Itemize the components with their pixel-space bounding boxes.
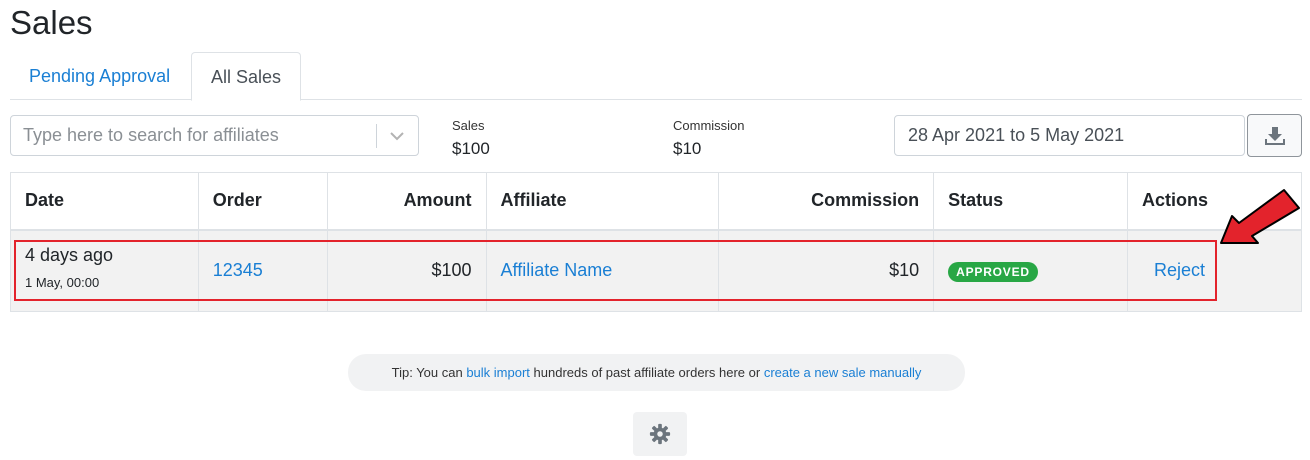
order-link[interactable]: 12345 [213, 260, 263, 280]
affiliate-link[interactable]: Affiliate Name [501, 260, 613, 280]
settings-button[interactable] [633, 412, 687, 456]
sales-stat-label: Sales [452, 118, 485, 133]
exact-date: 1 May, 00:00 [25, 275, 100, 291]
affiliate-cell: Affiliate Name [485, 229, 720, 312]
column-header-affiliate[interactable]: Affiliate [485, 172, 720, 231]
table-row: 4 days ago 1 May, 00:00 12345 $100 Affil… [10, 229, 1303, 312]
date-cell: 4 days ago 1 May, 00:00 [10, 229, 199, 312]
tip-banner: Tip: You can bulk import hundreds of pas… [348, 354, 965, 391]
arrow-icon [1220, 189, 1300, 244]
status-cell: APPROVED [933, 229, 1128, 312]
order-cell: 12345 [197, 229, 328, 312]
table-header-row: Date Order Amount Affiliate Commission S… [10, 172, 1303, 231]
commission-stat: Commission $10 [673, 118, 745, 159]
page-title: Sales [10, 4, 93, 41]
column-header-order[interactable]: Order [197, 172, 328, 231]
relative-date: 4 days ago [25, 245, 114, 266]
bulk-import-link[interactable]: bulk import [466, 365, 530, 380]
column-header-amount[interactable]: Amount [326, 172, 487, 231]
status-badge: APPROVED [948, 261, 1038, 282]
sales-stat: Sales $100 [452, 118, 490, 159]
affiliate-search-input[interactable] [23, 116, 373, 155]
commission-stat-value: $10 [673, 139, 702, 158]
tab-all-sales[interactable]: All Sales [191, 52, 302, 101]
date-range-picker[interactable]: 28 Apr 2021 to 5 May 2021 [894, 115, 1245, 156]
sales-table: Date Order Amount Affiliate Commission S… [10, 172, 1303, 312]
column-header-status[interactable]: Status [933, 172, 1128, 231]
tab-bar: Pending Approval All Sales [10, 52, 1302, 101]
affiliate-search-select[interactable] [10, 115, 419, 156]
chevron-down-icon[interactable] [387, 126, 407, 146]
gear-icon [649, 423, 671, 445]
amount-cell: $100 [326, 229, 487, 312]
download-icon [1265, 127, 1285, 145]
tip-middle: hundreds of past affiliate orders here o… [529, 365, 764, 380]
create-sale-link[interactable]: create a new sale manually [764, 365, 922, 380]
column-header-commission[interactable]: Commission [718, 172, 935, 231]
search-separator [376, 124, 377, 148]
commission-cell: $10 [718, 229, 935, 312]
sales-stat-value: $100 [452, 139, 490, 158]
tip-prefix: Tip: You can [391, 365, 467, 380]
column-header-date[interactable]: Date [10, 172, 199, 231]
tab-pending-approval[interactable]: Pending Approval [10, 52, 189, 100]
commission-stat-label: Commission [673, 118, 745, 133]
reject-link[interactable]: Reject [1154, 260, 1205, 280]
download-button[interactable] [1247, 114, 1302, 157]
